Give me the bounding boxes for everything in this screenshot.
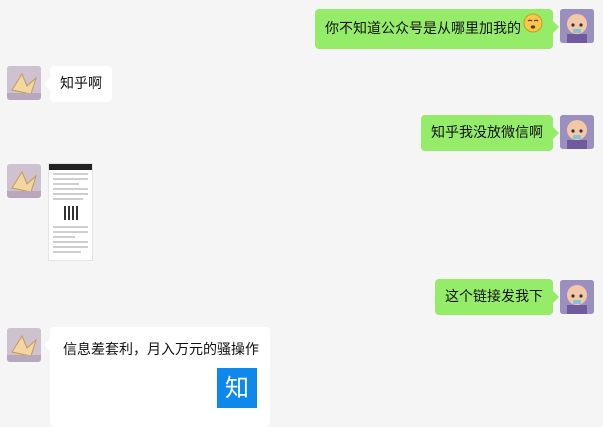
avatar-contact[interactable]: [7, 66, 41, 100]
pensive-emoji-icon: [523, 9, 543, 49]
qr-code-icon: [63, 206, 78, 220]
message-bubble-received[interactable]: 知乎啊: [44, 66, 112, 102]
avatar-self[interactable]: [560, 9, 594, 43]
message-text: 知乎啊: [60, 76, 102, 92]
thumbnail-status-bar: [49, 164, 92, 170]
avatar-self[interactable]: [560, 280, 594, 314]
message-bubble-sent[interactable]: 知乎我没放微信啊: [421, 115, 559, 151]
avatar-contact[interactable]: [7, 328, 41, 362]
link-card-title: 信息差套利，月入万元的骚操作: [63, 342, 259, 358]
message-bubble-sent[interactable]: 这个链接发我下: [435, 279, 559, 315]
avatar-self[interactable]: [560, 115, 594, 149]
link-card-message[interactable]: 信息差套利，月入万元的骚操作 知: [44, 327, 270, 427]
message-text: 你不知道公众号是从哪里加我的: [325, 21, 521, 37]
message-bubble-sent[interactable]: 你不知道公众号是从哪里加我的: [315, 9, 559, 49]
avatar-contact[interactable]: [7, 164, 41, 198]
zhihu-logo-icon: 知: [217, 368, 257, 408]
image-message-thumbnail[interactable]: [48, 163, 93, 261]
message-text: 知乎我没放微信啊: [431, 125, 543, 141]
message-text: 这个链接发我下: [445, 289, 543, 305]
